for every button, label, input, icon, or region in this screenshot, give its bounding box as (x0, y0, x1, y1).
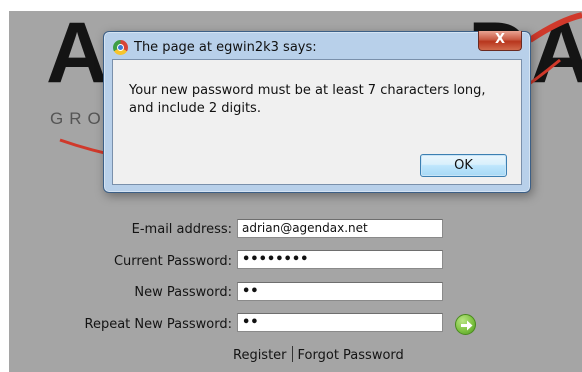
arrow-right-icon (461, 320, 473, 331)
dialog-message: Your new password must be at least 7 cha… (129, 83, 486, 116)
brand-logo-initial: A (46, 5, 109, 101)
repeat-password-field[interactable]: •• (237, 313, 443, 332)
submit-arrow-button[interactable] (455, 314, 476, 335)
email-label: E-mail address: (131, 222, 232, 237)
current-password-label: Current Password: (113, 254, 232, 269)
brand-logo-tagline: GRO (50, 109, 107, 128)
forgot-password-link[interactable]: Forgot Password (298, 348, 404, 363)
dialog-title: The page at egwin2k3 says: (134, 40, 317, 55)
current-password-field[interactable]: •••••••• (237, 250, 443, 269)
ok-button[interactable]: OK (420, 154, 507, 177)
repeat-password-label: Repeat New Password: (84, 317, 232, 332)
window-left-frame (0, 0, 9, 372)
close-button[interactable]: X (478, 31, 522, 51)
new-password-label: New Password: (134, 285, 232, 300)
dialog-body: Your new password must be at least 7 cha… (112, 59, 522, 185)
new-password-field[interactable]: •• (237, 282, 443, 301)
email-field[interactable]: adrian@agendax.net (237, 219, 443, 238)
register-link[interactable]: Register (233, 348, 287, 363)
dialog-titlebar[interactable]: The page at egwin2k3 says: X (104, 31, 530, 59)
account-links: Register Forgot Password (233, 346, 404, 363)
chrome-icon (113, 40, 128, 55)
link-divider (291, 346, 293, 362)
alert-dialog: The page at egwin2k3 says: X Your new pa… (103, 31, 531, 193)
